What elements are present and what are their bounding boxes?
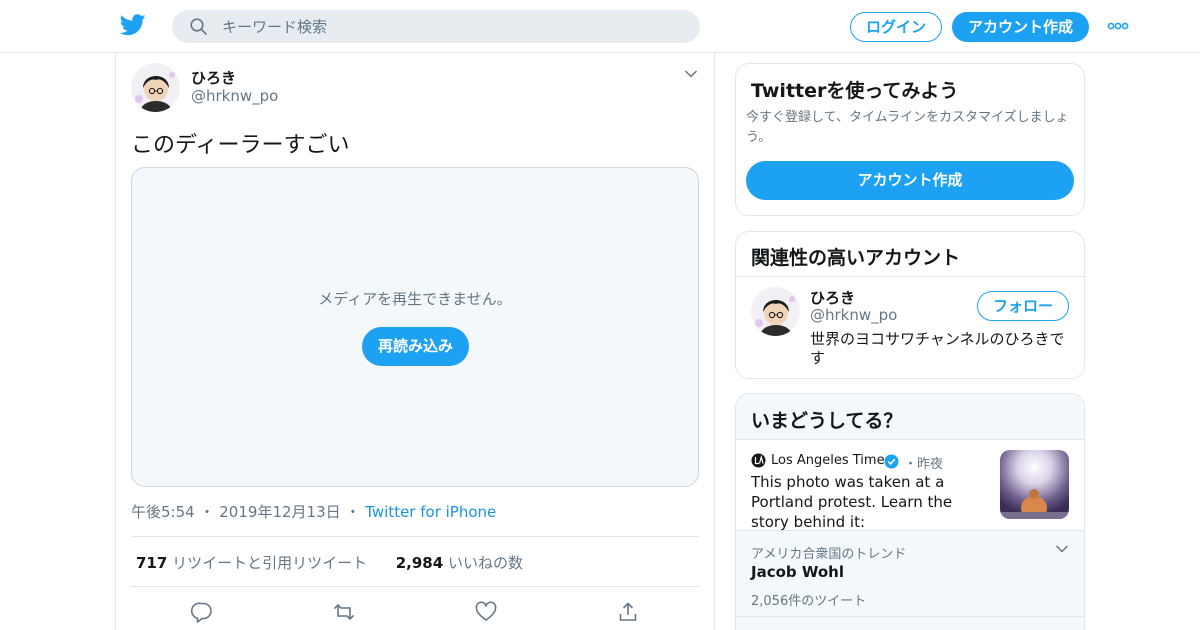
verified-icon xyxy=(884,454,899,469)
news-time-value: 昨夜 xyxy=(917,457,944,472)
like-icon[interactable] xyxy=(475,601,497,623)
news-item[interactable]: Los Angeles Times ・昨夜 This photo was tak… xyxy=(736,440,1084,532)
media-error-message: メディアを再生できません。 xyxy=(318,290,512,308)
twitter-logo-icon[interactable] xyxy=(120,13,146,37)
divider xyxy=(736,530,1084,531)
whats-happening-card: いまどうしてる？ Los Angeles Times ・昨夜 This phot… xyxy=(735,393,1085,630)
meta-separator: ・ xyxy=(199,503,215,521)
avatar[interactable] xyxy=(131,63,180,112)
trend-name[interactable]: Jacob Wohl xyxy=(751,563,844,581)
retweet-label[interactable]: リツイートと引用リツイート xyxy=(172,554,367,572)
divider xyxy=(736,616,1084,617)
account-handle[interactable]: @hrknw_po xyxy=(810,306,897,324)
related-accounts-title: 関連性の高いアカウント xyxy=(751,247,961,269)
trend-location: アメリカ合衆国のトレンド xyxy=(751,547,907,562)
divider xyxy=(736,276,1084,277)
login-button[interactable]: ログイン xyxy=(850,12,942,42)
retweet-icon[interactable] xyxy=(333,601,355,623)
search-icon xyxy=(190,18,207,35)
news-source: Los Angeles Times xyxy=(771,453,892,468)
signup-button[interactable]: アカウント作成 xyxy=(952,12,1089,42)
retweet-count[interactable]: 717 xyxy=(136,554,167,572)
more-icon[interactable] xyxy=(1107,19,1129,33)
tweet-author-handle[interactable]: @hrknw_po xyxy=(191,87,278,105)
signup-card: Twitterを使ってみよう 今すぐ登録して、タイムラインをカスタマイズしましょ… xyxy=(735,63,1085,216)
news-thumbnail[interactable] xyxy=(1000,450,1069,519)
meta-separator: ・ xyxy=(345,503,361,521)
like-count[interactable]: 2,984 xyxy=(396,554,443,572)
search-input[interactable] xyxy=(222,10,682,43)
tweet-stats: 717 リツイートと引用リツイート 2,984 いいねの数 xyxy=(136,552,523,573)
tweet-date[interactable]: 2019年12月13日 xyxy=(219,503,340,521)
divider xyxy=(131,536,699,537)
related-accounts-card: 関連性の高いアカウント ひろき @hrknw_po フォロー 世界のヨコサワチャ… xyxy=(735,231,1085,379)
reply-icon[interactable] xyxy=(191,601,213,623)
media-player: メディアを再生できません。 再読み込み xyxy=(131,167,699,487)
signup-card-description: 今すぐ登録して、タイムラインをカスタマイズしましょう。 xyxy=(746,110,1069,145)
follow-button[interactable]: フォロー xyxy=(977,291,1069,321)
news-source-logo-icon xyxy=(751,453,766,468)
avatar[interactable] xyxy=(751,287,800,336)
account-name[interactable]: ひろき xyxy=(810,287,855,308)
tweet-author-name[interactable]: ひろき xyxy=(191,67,236,88)
news-headline[interactable]: This photo was taken at a Portland prote… xyxy=(751,472,991,532)
tweet-text: このディーラーすごい xyxy=(131,133,350,158)
top-bar: ログイン アカウント作成 xyxy=(0,0,1200,53)
news-time: ・昨夜 xyxy=(904,457,944,472)
tweet-time[interactable]: 午後5:54 xyxy=(131,503,195,521)
divider xyxy=(131,586,699,587)
signup-card-title: Twitterを使ってみよう xyxy=(751,80,959,102)
tweet-source-link[interactable]: Twitter for iPhone xyxy=(365,503,496,521)
whats-happening-title: いまどうしてる？ xyxy=(751,410,903,432)
reload-button[interactable]: 再読み込み xyxy=(362,327,469,366)
search-box[interactable] xyxy=(172,10,700,43)
account-bio: 世界のヨコサワチャンネルのひろきです xyxy=(810,330,1065,367)
trend-count: 2,056件のツイート xyxy=(751,594,867,609)
chevron-down-icon[interactable] xyxy=(1055,544,1069,554)
share-icon[interactable] xyxy=(617,601,639,623)
tweet-column: ひろき @hrknw_po このディーラーすごい メディアを再生できません。 再… xyxy=(115,53,715,630)
tweet-metadata: 午後5:54 ・ 2019年12月13日 ・ Twitter for iPhon… xyxy=(131,501,496,522)
create-account-button[interactable]: アカウント作成 xyxy=(746,161,1074,200)
chevron-down-icon[interactable] xyxy=(684,69,698,79)
like-label[interactable]: いいねの数 xyxy=(448,554,523,572)
